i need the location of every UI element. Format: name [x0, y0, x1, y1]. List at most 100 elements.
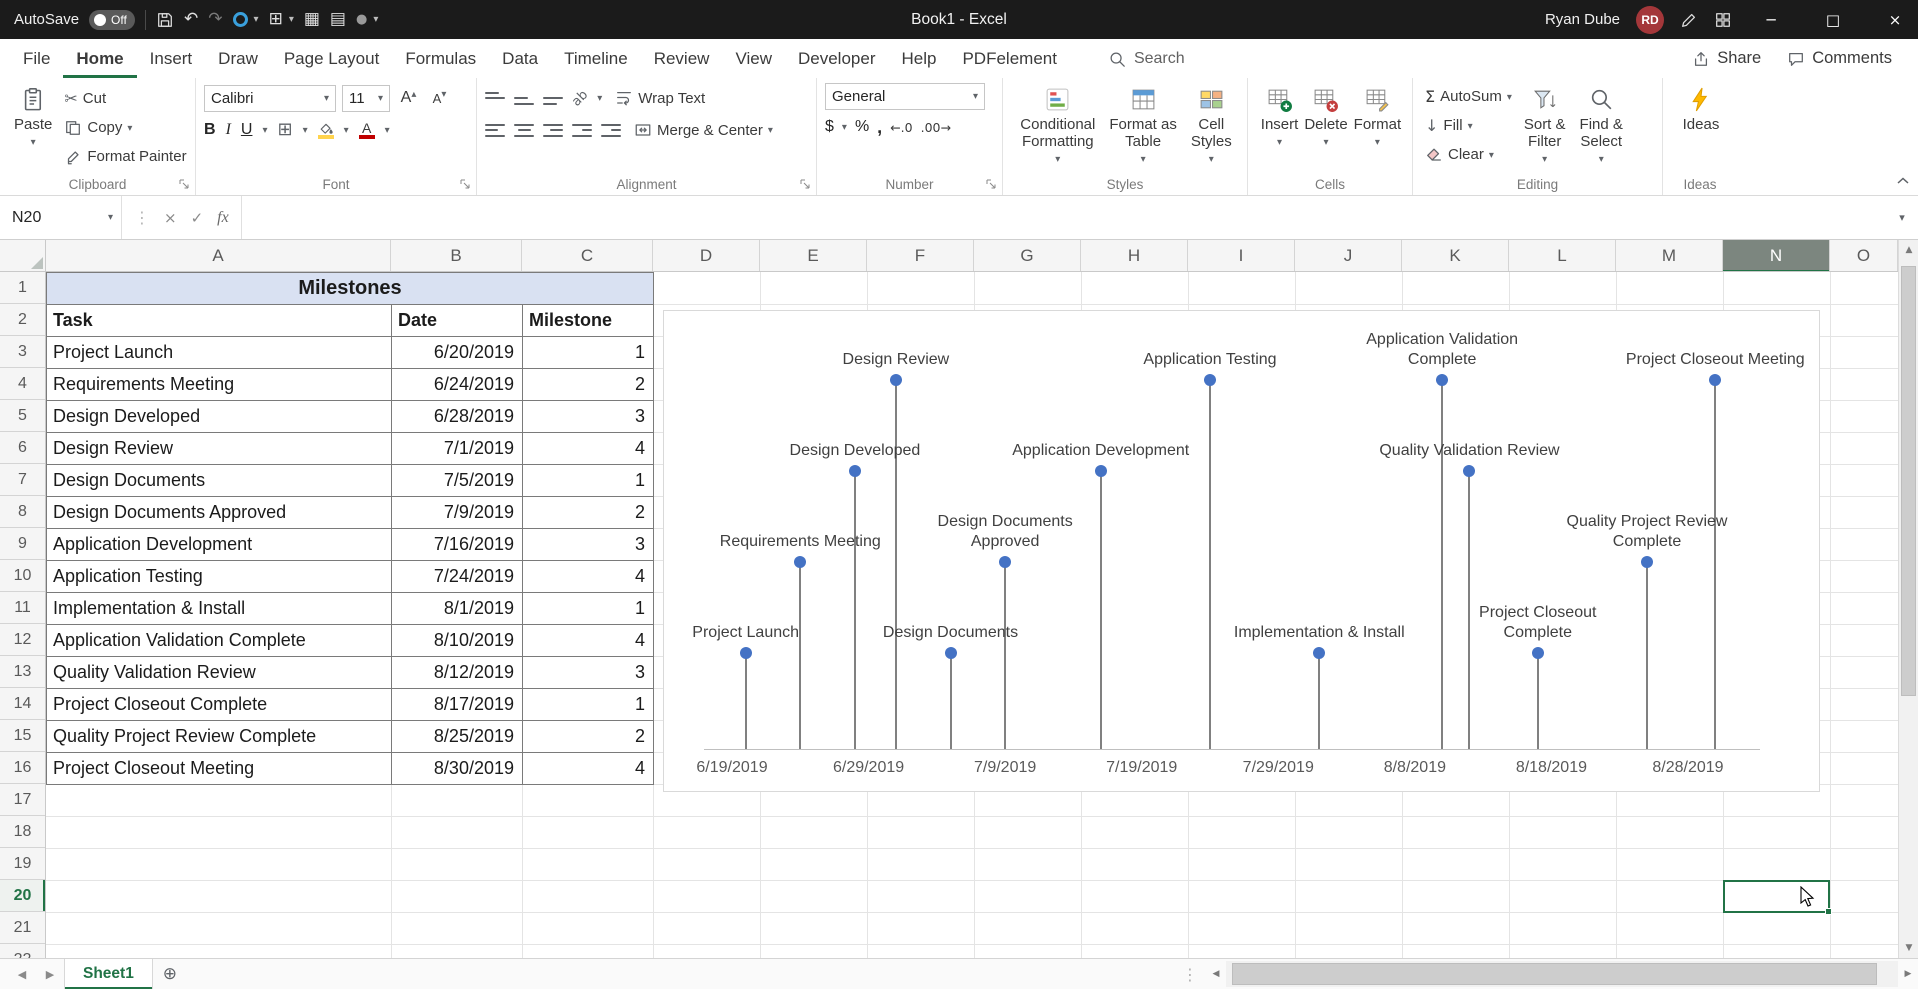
row-header-1[interactable]: 1: [0, 272, 45, 304]
qat-donut-chart-icon[interactable]: [233, 12, 248, 27]
cell-date[interactable]: 8/17/2019: [392, 689, 523, 721]
tab-home[interactable]: Home: [63, 39, 136, 78]
row-header-12[interactable]: 12: [0, 624, 45, 656]
column-header-F[interactable]: F: [867, 240, 974, 272]
sort-filter-button[interactable]: Sort & Filter ▾: [1518, 83, 1572, 175]
merge-center-button[interactable]: Merge & Center▾: [630, 117, 777, 144]
underline-button[interactable]: U: [241, 121, 253, 139]
cell-task[interactable]: Project Launch: [47, 337, 392, 369]
decrease-font-size-button[interactable]: A▾: [427, 85, 452, 112]
ideas-button[interactable]: Ideas: [1677, 83, 1726, 175]
cut-button[interactable]: ✂Cut: [60, 85, 190, 112]
number-dialog-launcher[interactable]: [984, 177, 998, 191]
milestone-timeline-chart[interactable]: 6/19/20196/29/20197/9/20197/19/20197/29/…: [663, 310, 1820, 792]
cell-task[interactable]: Application Development: [47, 529, 392, 561]
cell-date[interactable]: 8/30/2019: [392, 753, 523, 785]
insert-function-icon[interactable]: fx: [217, 209, 229, 227]
insert-cells-button[interactable]: Insert ▾: [1259, 83, 1301, 175]
cell-date[interactable]: 7/1/2019: [392, 433, 523, 465]
column-header-I[interactable]: I: [1188, 240, 1295, 272]
customize-qat-chevron-icon[interactable]: ▾: [373, 14, 378, 25]
cell-task[interactable]: Quality Validation Review: [47, 657, 392, 689]
row-header-17[interactable]: 17: [0, 784, 45, 816]
row-header-8[interactable]: 8: [0, 496, 45, 528]
row-header-20[interactable]: 20: [0, 880, 45, 912]
cell-task[interactable]: Design Review: [47, 433, 392, 465]
cell-styles-button[interactable]: Cell Styles ▾: [1185, 83, 1238, 175]
qat-table-icon[interactable]: ▦: [304, 11, 320, 28]
cell-task[interactable]: Design Documents Approved: [47, 497, 392, 529]
cell-task[interactable]: Project Closeout Complete: [47, 689, 392, 721]
align-top-icon[interactable]: [485, 91, 505, 106]
cell-date[interactable]: 6/28/2019: [392, 401, 523, 433]
cell-milestone[interactable]: 3: [523, 657, 654, 689]
align-center-icon[interactable]: [514, 123, 534, 138]
number-format-combo[interactable]: General▾: [825, 83, 985, 110]
qat-insert-cells-icon[interactable]: ⊞: [269, 11, 283, 28]
cell-task[interactable]: Design Developed: [47, 401, 392, 433]
undo-icon[interactable]: ↶: [184, 11, 198, 28]
alignment-dialog-launcher[interactable]: [798, 177, 812, 191]
row-header-5[interactable]: 5: [0, 400, 45, 432]
row-header-10[interactable]: 10: [0, 560, 45, 592]
row-header-22[interactable]: 22: [0, 944, 45, 958]
cell-milestone[interactable]: 1: [523, 689, 654, 721]
cell-date[interactable]: 6/20/2019: [392, 337, 523, 369]
cell-milestone[interactable]: 1: [523, 337, 654, 369]
tab-help[interactable]: Help: [889, 39, 950, 78]
record-macro-icon[interactable]: ●: [356, 12, 367, 27]
row-header-19[interactable]: 19: [0, 848, 45, 880]
cell-date[interactable]: 8/1/2019: [392, 593, 523, 625]
cell-merged-title[interactable]: Milestones: [47, 273, 654, 305]
increase-indent-icon[interactable]: [601, 123, 621, 138]
row-header-9[interactable]: 9: [0, 528, 45, 560]
cell-header-task[interactable]: Task: [47, 305, 392, 337]
column-header-D[interactable]: D: [653, 240, 760, 272]
align-middle-icon[interactable]: [514, 91, 534, 106]
row-header-15[interactable]: 15: [0, 720, 45, 752]
row-header-18[interactable]: 18: [0, 816, 45, 848]
column-header-B[interactable]: B: [391, 240, 522, 272]
orientation-icon[interactable]: ab: [570, 88, 591, 109]
increase-font-size-button[interactable]: A▴: [396, 85, 421, 112]
tab-data[interactable]: Data: [489, 39, 551, 78]
cell-date[interactable]: 6/24/2019: [392, 369, 523, 401]
cell-milestone[interactable]: 3: [523, 529, 654, 561]
column-header-M[interactable]: M: [1616, 240, 1723, 272]
new-sheet-button[interactable]: ⊕: [153, 959, 187, 989]
collapse-ribbon-chevron-icon[interactable]: [1896, 173, 1910, 191]
hscroll-right-arrow-icon[interactable]: ▶: [1898, 959, 1918, 989]
column-header-L[interactable]: L: [1509, 240, 1616, 272]
column-header-J[interactable]: J: [1295, 240, 1402, 272]
cell-date[interactable]: 7/5/2019: [392, 465, 523, 497]
cell-date[interactable]: 8/12/2019: [392, 657, 523, 689]
name-box[interactable]: N20 ▾: [0, 196, 122, 239]
format-painter-button[interactable]: Format Painter: [60, 143, 190, 170]
conditional-formatting-button[interactable]: Conditional Formatting ▾: [1014, 83, 1101, 175]
cell-milestone[interactable]: 1: [523, 593, 654, 625]
cell-milestone[interactable]: 2: [523, 721, 654, 753]
cancel-icon[interactable]: ×: [164, 209, 177, 227]
vertical-scrollbar-thumb[interactable]: [1901, 266, 1916, 696]
tab-pdfelement[interactable]: PDFelement: [949, 39, 1069, 78]
cell-milestone[interactable]: 4: [523, 753, 654, 785]
fill-button[interactable]: ↓Fill▾: [1421, 112, 1516, 139]
tab-insert[interactable]: Insert: [137, 39, 206, 78]
bold-button[interactable]: B: [204, 121, 216, 139]
wrap-text-button[interactable]: Wrap Text: [611, 85, 709, 112]
search-box[interactable]: Search: [1108, 39, 1185, 78]
fill-handle[interactable]: [1825, 908, 1832, 915]
maximize-button[interactable]: □: [1810, 0, 1856, 39]
cell-task[interactable]: Requirements Meeting: [47, 369, 392, 401]
vscroll-down-arrow-icon[interactable]: ▼: [1899, 938, 1918, 958]
decrease-decimal-button[interactable]: .00→: [921, 120, 951, 135]
cell-milestone[interactable]: 4: [523, 433, 654, 465]
tab-review[interactable]: Review: [641, 39, 723, 78]
row-header-3[interactable]: 3: [0, 336, 45, 368]
row-header-14[interactable]: 14: [0, 688, 45, 720]
save-icon[interactable]: [156, 11, 174, 29]
vscroll-up-arrow-icon[interactable]: ▲: [1899, 240, 1918, 260]
delete-cells-button[interactable]: Delete ▾: [1302, 83, 1349, 175]
tab-page-layout[interactable]: Page Layout: [271, 39, 392, 78]
horizontal-scrollbar-thumb[interactable]: [1232, 963, 1877, 985]
